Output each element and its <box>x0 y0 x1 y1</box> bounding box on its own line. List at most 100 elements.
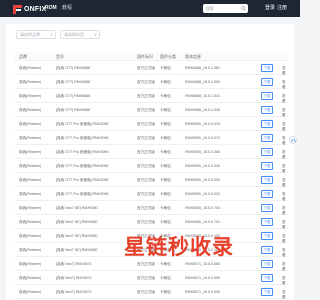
cell-brand: 真我(Realme) <box>19 136 41 140</box>
column-header-version: 版本信息 <box>185 54 201 59</box>
download-button[interactable]: 下载 <box>261 260 273 268</box>
search-placeholder: 搜索 <box>206 6 214 11</box>
search-input[interactable]: 搜索 <box>203 4 248 13</box>
download-button[interactable]: 下载 <box>261 162 273 170</box>
cell-version: RMX5090_15.0.0.330 <box>185 178 220 182</box>
cell-version: RMX5071_15.0.0.640 <box>185 290 220 294</box>
cell-category: 卡刷包 <box>160 220 171 224</box>
table-row: 真我(Realme) [真我 GT7 Pro 竞速版] RMX5090 官方正式版 卡… <box>14 159 288 173</box>
download-button[interactable]: 下载 <box>261 176 273 184</box>
cell-category: 卡刷包 <box>160 122 171 126</box>
search-icon[interactable] <box>241 6 246 11</box>
cell-version: RMX5071_15.0.0.650 <box>185 276 220 280</box>
cell-model: [真我 GT7 Pro 竞速版] RMX5090 <box>56 164 109 168</box>
download-button[interactable]: 下载 <box>261 288 273 296</box>
cell-model: [真我 GT7] RMX6688 <box>56 108 91 112</box>
cell-model: [真我 Neo7 SE] RMX5080 <box>56 206 98 210</box>
cell-category: 卡刷包 <box>160 290 171 294</box>
login-link[interactable]: 登录 <box>265 5 275 12</box>
table-row: 真我(Realme) [真我 GT7 Pro 竞速版] RMX5090 官方正式版 卡… <box>14 145 288 159</box>
register-link[interactable]: 注册 <box>277 5 287 12</box>
cell-tag: 官方正式版 <box>137 66 155 70</box>
table-header: 品牌 型号 固件标识 固件分类 版本信息 <box>14 52 288 61</box>
brand-select[interactable]: 请选择品牌 ∨ <box>16 30 56 39</box>
cell-brand: 真我(Realme) <box>19 94 41 98</box>
download-button[interactable]: 下载 <box>261 232 273 240</box>
cell-model: [真我 GT7 Pro 竞速版] RMX5090 <box>56 192 109 196</box>
table-row: 真我(Realme) [真我 Neo7] RMX5071 官方正式版 卡刷包 RMX50… <box>14 271 288 285</box>
cell-tag: 官方正式版 <box>137 220 155 224</box>
top-navbar: ONFIX ROM 教程 搜索 登录 注册 <box>0 0 300 17</box>
download-button[interactable]: 下载 <box>261 64 273 72</box>
cell-brand: 真我(Realme) <box>19 276 41 280</box>
download-button[interactable]: 下载 <box>261 218 273 226</box>
cell-version: RMX6688_15.0.1.561 <box>185 66 220 70</box>
cell-model: [真我 Neo7 SE] RMX5080 <box>56 234 98 238</box>
cell-category: 卡刷包 <box>160 276 171 280</box>
cell-category: 卡刷包 <box>160 178 171 182</box>
download-button[interactable]: 下载 <box>261 134 273 142</box>
cell-tag: 官方正式版 <box>137 178 155 182</box>
cell-brand: 真我(Realme) <box>19 192 41 196</box>
watermark-text: 星链秒收录 <box>124 236 234 259</box>
chevron-down-icon: ∨ <box>50 32 53 37</box>
download-button[interactable]: 下载 <box>261 148 273 156</box>
cell-model: [真我 GT7 Pro 竞速版] RMX5090 <box>56 122 109 126</box>
cell-model: [真我 GT7] RMX6688 <box>56 94 91 98</box>
table-body: 真我(Realme) [真我 GT7] RMX6688 官方正式版 卡刷包 RMX668… <box>14 61 288 299</box>
cell-version: RMX5090_15.0.0.370 <box>185 136 220 140</box>
download-button[interactable]: 下载 <box>261 204 273 212</box>
download-button[interactable]: 下载 <box>261 190 273 198</box>
cell-tag: 官方正式版 <box>137 80 155 84</box>
cell-version: RMX6688_15.0.1.550 <box>185 80 220 84</box>
site-logo[interactable]: ONFIX <box>13 4 46 14</box>
cell-category: 卡刷包 <box>160 164 171 168</box>
cell-tag: 官方正式版 <box>137 206 155 210</box>
download-button[interactable]: 下载 <box>261 274 273 282</box>
cell-tag: 官方正式版 <box>137 262 155 266</box>
column-header-model: 型号 <box>56 54 64 59</box>
download-button[interactable]: 下载 <box>261 92 273 100</box>
nav-rom[interactable]: ROM <box>45 4 57 12</box>
cell-category: 卡刷包 <box>160 66 171 70</box>
brand-select-placeholder: 请选择品牌 <box>20 32 40 37</box>
view-link[interactable]: 查看 <box>282 290 288 300</box>
cell-tag: 官方正式版 <box>137 94 155 98</box>
model-select[interactable]: 请选择机型 ∨ <box>60 30 100 39</box>
cell-version: RMX5090_15.0.0.360 <box>185 150 220 154</box>
cell-model: [真我 Neo7 SE] RMX5080 <box>56 220 98 224</box>
cell-category: 卡刷包 <box>160 206 171 210</box>
column-header-category: 固件分类 <box>160 54 176 59</box>
cell-tag: 官方正式版 <box>137 290 155 294</box>
cell-tag: 官方正式版 <box>137 136 155 140</box>
cell-tag: 官方正式版 <box>137 122 155 126</box>
cell-brand: 真我(Realme) <box>19 122 41 126</box>
cell-brand: 真我(Realme) <box>19 234 41 238</box>
table-row: 真我(Realme) [真我 GT7 Pro 竞速版] RMX5090 官方正式版 卡… <box>14 131 288 145</box>
download-button[interactable]: 下载 <box>261 246 273 254</box>
logo-icon <box>13 4 22 14</box>
cell-version: RMX5071_15.0.0.660 <box>185 262 220 266</box>
download-button[interactable]: 下载 <box>261 120 273 128</box>
cell-version: RMX6688_15.0.1.541 <box>185 94 220 98</box>
cell-model: [真我 Neo7] RMX5071 <box>56 276 92 280</box>
table-row: 真我(Realme) [真我 GT7] RMX6688 官方正式版 卡刷包 RMX668… <box>14 61 288 75</box>
cell-brand: 真我(Realme) <box>19 248 41 252</box>
cell-tag: 官方正式版 <box>137 150 155 154</box>
table-row: 真我(Realme) [真我 GT7 Pro 竞速版] RMX5090 官方正式版 卡… <box>14 117 288 131</box>
table-row: 真我(Realme) [真我 GT7] RMX6688 官方正式版 卡刷包 RMX668… <box>14 103 288 117</box>
cell-category: 卡刷包 <box>160 80 171 84</box>
cell-model: [真我 Neo7 SE] RMX5080 <box>56 248 98 252</box>
cell-brand: 真我(Realme) <box>19 290 41 294</box>
cell-category: 卡刷包 <box>160 262 171 266</box>
nav-tutorial[interactable]: 教程 <box>62 4 72 12</box>
cell-tag: 官方正式版 <box>137 192 155 196</box>
download-button[interactable]: 下载 <box>261 78 273 86</box>
table-row: 真我(Realme) [真我 Neo7 SE] RMX5080 官方正式版 卡刷包 RM… <box>14 201 288 215</box>
cell-model: [真我 GT7] RMX6688 <box>56 66 91 70</box>
download-button[interactable]: 下载 <box>261 106 273 114</box>
logo-text: ONFIX <box>24 5 47 13</box>
cell-brand: 真我(Realme) <box>19 66 41 70</box>
table-row: 真我(Realme) [真我 Neo7] RMX5071 官方正式版 卡刷包 RMX50… <box>14 285 288 299</box>
customer-service-button[interactable] <box>289 136 297 144</box>
